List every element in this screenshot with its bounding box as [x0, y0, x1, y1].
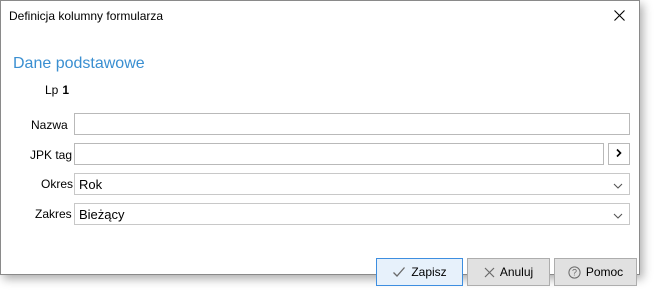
- help-button[interactable]: ? Pomoc: [554, 258, 637, 286]
- zakres-selected-value: Bieżący: [79, 207, 125, 222]
- chevron-down-icon: [613, 180, 623, 190]
- section-title: Dane podstawowe: [13, 55, 145, 72]
- x-icon: [484, 267, 495, 278]
- okres-label: Okres: [41, 177, 74, 191]
- lp-label: Lp: [45, 83, 59, 97]
- question-circle-icon: ?: [568, 265, 581, 279]
- help-button-label: Pomoc: [585, 265, 624, 279]
- jpk-tag-select-button[interactable]: [608, 143, 630, 165]
- save-button[interactable]: Zapisz: [376, 258, 463, 286]
- cancel-button-label: Anuluj: [499, 265, 534, 279]
- save-button-label: Zapisz: [411, 265, 447, 279]
- nazwa-label: Nazwa: [31, 118, 68, 132]
- close-icon: [613, 9, 625, 24]
- jpk-tag-input[interactable]: [74, 143, 604, 165]
- check-icon: [392, 266, 406, 278]
- close-button[interactable]: [599, 1, 639, 32]
- okres-selected-value: Rok: [79, 177, 103, 192]
- lp-row: Lp 1: [45, 83, 69, 97]
- chevron-down-icon: [613, 210, 623, 220]
- nazwa-input[interactable]: [74, 113, 630, 135]
- zakres-label: Zakres: [35, 207, 72, 221]
- chevron-right-icon: [615, 147, 623, 161]
- window-title: Definicja kolumny formularza: [9, 9, 164, 23]
- title-bar: Definicja kolumny formularza: [1, 1, 639, 32]
- svg-text:?: ?: [572, 267, 577, 277]
- cancel-button[interactable]: Anuluj: [467, 258, 550, 286]
- jpk-tag-label: JPK tag: [30, 148, 73, 162]
- lp-value: 1: [62, 83, 70, 97]
- okres-select[interactable]: Rok: [74, 173, 630, 195]
- zakres-select[interactable]: Bieżący: [74, 203, 630, 225]
- dialog-window: Definicja kolumny formularza Dane podsta…: [0, 0, 640, 275]
